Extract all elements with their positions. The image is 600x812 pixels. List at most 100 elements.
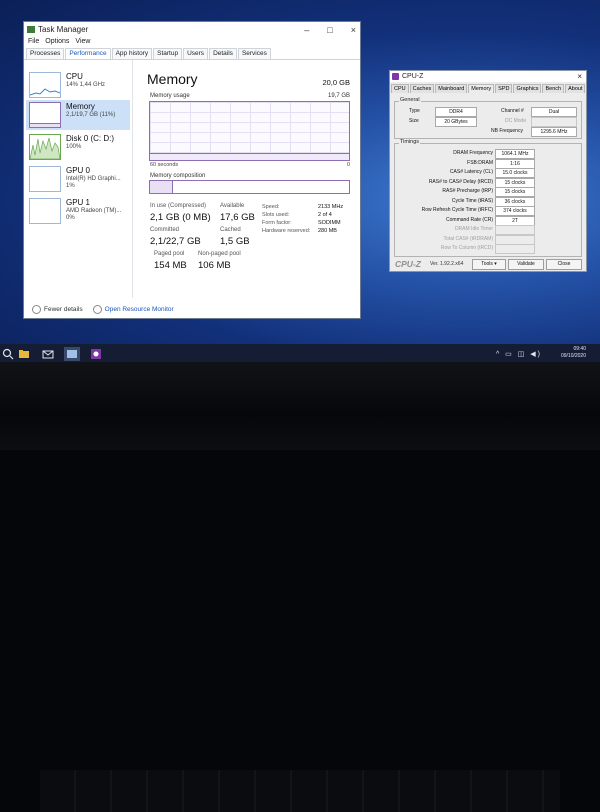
- disk-thumbnail: [29, 134, 61, 160]
- cpuz-app-icon: [392, 73, 399, 80]
- size-label: Size: [409, 118, 419, 124]
- cpuz-title-bar[interactable]: CPU-Z ×: [390, 71, 586, 82]
- sidebar-item-disk[interactable]: Disk 0 (C: D:) 100%: [26, 132, 130, 162]
- file-explorer-icon[interactable]: [18, 348, 30, 360]
- timings-group: Timings DRAM Frequency 1064.1 MHz FSB:DRAM…: [394, 139, 582, 257]
- tab-users[interactable]: Users: [183, 48, 209, 59]
- timing-label: DRAM Idle Timer: [454, 226, 493, 232]
- resource-monitor-link[interactable]: Open Resource Monitor: [92, 305, 174, 314]
- tab-startup[interactable]: Startup: [153, 48, 183, 59]
- timing-label: Cycle Time (tRAS): [451, 197, 493, 204]
- channel-value: Dual: [531, 107, 577, 117]
- graph-time-right: 0: [346, 162, 350, 168]
- close-button[interactable]: Close: [546, 259, 582, 270]
- sidebar-item-sub: 14% 1,44 GHz: [66, 82, 106, 88]
- memory-panel: Memory 20,0 GB Memory usage 19,7 GB 60 s…: [142, 60, 352, 298]
- usage-fill: [150, 152, 349, 160]
- gpu0-usage: 1%: [66, 183, 75, 189]
- tab-cpu[interactable]: CPU: [391, 84, 409, 93]
- timing-value: [495, 244, 535, 254]
- tools-label: Tools: [481, 261, 493, 267]
- tab-spd[interactable]: SPD: [495, 84, 513, 93]
- close-button[interactable]: ×: [351, 22, 356, 38]
- cpuz-logo: CPU-Z: [395, 259, 421, 269]
- speed-label: Speed:: [262, 204, 280, 210]
- resource-monitor-label: Open Resource Monitor: [104, 306, 174, 314]
- tab-bench[interactable]: Bench: [542, 84, 565, 93]
- tab-processes[interactable]: Processes: [26, 48, 65, 59]
- title-bar[interactable]: Task Manager – □ ×: [24, 22, 360, 38]
- timing-value: 36 clocks: [495, 196, 535, 207]
- form-factor-label: Form factor:: [262, 220, 292, 226]
- nb-frequency-label: NB Frequency: [491, 128, 523, 134]
- cpuz-taskbar-icon[interactable]: [90, 348, 102, 360]
- tab-app-history[interactable]: App history: [111, 48, 153, 59]
- hardware-reserved-label: Hardware reserved:: [262, 228, 311, 234]
- composition-in-use[interactable]: [150, 181, 173, 193]
- cpuz-window: CPU-Z × CPU Caches Mainboard Memory SPD …: [390, 71, 586, 271]
- sidebar-item-sub: Intel(R) HD Graphi... 1%: [66, 176, 121, 190]
- tab-mainboard[interactable]: Mainboard: [435, 84, 468, 93]
- tab-services[interactable]: Services: [237, 48, 271, 59]
- available-label: Available: [220, 203, 245, 209]
- chevron-down-icon: ▾: [494, 261, 497, 267]
- gpu0-thumbnail: [29, 166, 61, 192]
- window-title: Task Manager: [38, 25, 89, 34]
- sidebar-item-memory[interactable]: Memory 2,1/19,7 GB (11%): [26, 100, 130, 130]
- graph-time-left: 60 seconds: [150, 162, 179, 168]
- in-use-value: 2,1 GB (0 MB): [150, 212, 211, 223]
- tab-graphics[interactable]: Graphics: [513, 84, 542, 93]
- type-label: Type: [409, 108, 420, 114]
- gpu1-usage: 0%: [66, 215, 75, 221]
- timing-label: Command Rate (CR): [446, 216, 493, 223]
- menu-options[interactable]: Options: [45, 38, 69, 48]
- fewer-details-link[interactable]: Fewer details: [32, 305, 83, 314]
- tab-caches[interactable]: Caches: [409, 84, 435, 93]
- menu-file[interactable]: File: [28, 38, 39, 48]
- validate-button[interactable]: Validate: [508, 259, 544, 270]
- timing-label: FSB:DRAM: [467, 159, 493, 166]
- paged-pool-label: Paged pool: [154, 251, 185, 257]
- speed-value: 2133 MHz: [318, 204, 344, 210]
- tab-details[interactable]: Details: [209, 48, 237, 59]
- task-manager-icon: [27, 26, 35, 33]
- paged-pool-value: 154 MB: [154, 260, 187, 271]
- mail-icon[interactable]: [42, 348, 54, 360]
- clock[interactable]: 09:40 09/10/2020: [561, 346, 586, 360]
- tab-performance[interactable]: Performance: [65, 48, 111, 59]
- tools-button[interactable]: Tools ▾: [472, 259, 506, 270]
- taskbar: ^ ▭ ◫ ◀) 09:40 09/10/2020: [0, 344, 600, 362]
- tab-about[interactable]: About: [565, 84, 586, 93]
- tab-memory[interactable]: Memory: [468, 84, 495, 93]
- timing-value: 1:16: [495, 158, 535, 169]
- sidebar-item-sub: AMD Radeon (TM)... 0%: [66, 208, 121, 222]
- fewer-details-label: Fewer details: [44, 306, 83, 314]
- cpuz-tab-bar: CPU Caches Mainboard Memory SPD Graphics…: [390, 82, 586, 93]
- task-manager-taskbar-icon[interactable]: [64, 347, 80, 361]
- cpuz-window-title: CPU-Z: [402, 73, 424, 80]
- minimize-button[interactable]: –: [304, 22, 309, 38]
- sidebar-item-gpu1[interactable]: GPU 1 AMD Radeon (TM)... 0%: [26, 196, 130, 226]
- search-icon[interactable]: [2, 348, 14, 360]
- system-tray-icons[interactable]: ^ ▭ ◫ ◀): [496, 350, 542, 358]
- sidebar-item-cpu[interactable]: CPU 14% 1,44 GHz: [26, 70, 130, 100]
- slots-value: 2 of 4: [318, 212, 332, 218]
- sidebar-item-gpu0[interactable]: GPU 0 Intel(R) HD Graphi... 1%: [26, 164, 130, 194]
- laptop-bezel: [0, 362, 600, 812]
- resource-monitor-icon: [92, 305, 102, 314]
- type-value: DDR4: [435, 107, 477, 117]
- timing-label: DRAM Frequency: [453, 150, 493, 156]
- memory-composition-bar[interactable]: [149, 180, 350, 194]
- menu-view[interactable]: View: [75, 38, 90, 48]
- memory-thumbnail: [29, 102, 61, 128]
- timing-value: [495, 234, 535, 245]
- timing-label: Row To Column (tRCD): [440, 245, 493, 251]
- available-value: 17,6 GB: [220, 212, 255, 223]
- close-icon[interactable]: ×: [577, 71, 582, 82]
- clock-time: 09:40: [573, 346, 586, 352]
- maximize-button[interactable]: □: [327, 22, 332, 38]
- menu-bar: File Options View: [24, 38, 360, 48]
- gpu1-thumbnail: [29, 198, 61, 224]
- memory-usage-graph: [149, 101, 350, 161]
- timing-value: [495, 225, 535, 235]
